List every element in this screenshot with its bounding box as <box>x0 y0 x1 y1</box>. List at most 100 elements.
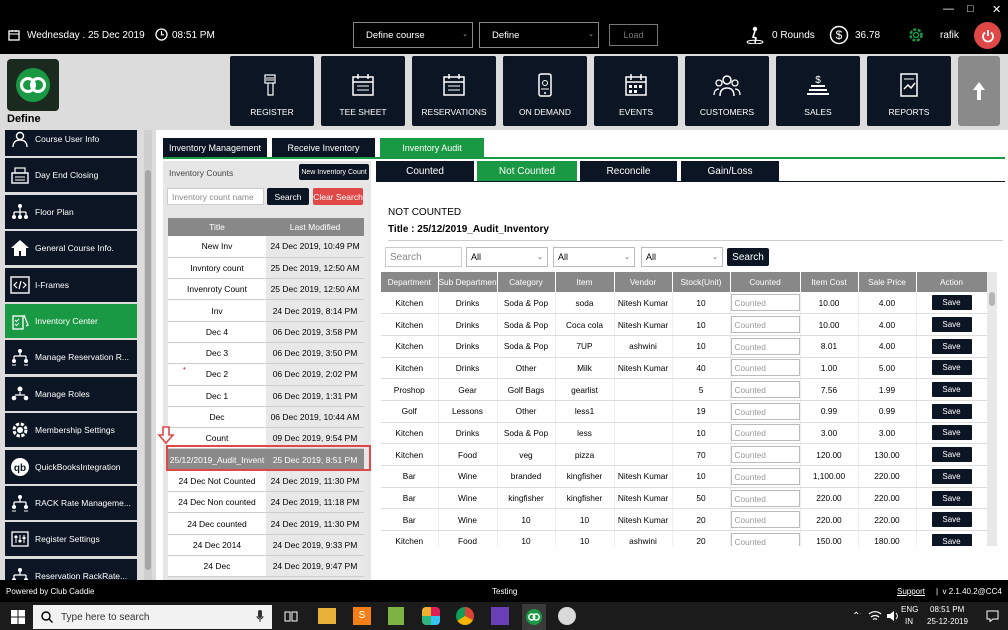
save-button[interactable]: Save <box>931 447 972 463</box>
save-button[interactable]: Save <box>931 360 972 376</box>
count-title-cell[interactable]: Dec 3 <box>168 342 266 365</box>
subtab-reconcile[interactable]: Reconcile <box>580 161 677 181</box>
audit-search-button[interactable]: Search <box>727 248 769 266</box>
col-stock-unit[interactable]: Stock(Unit) <box>672 272 731 292</box>
col-item-cost[interactable]: Item Cost <box>800 272 859 292</box>
sidebar-item-manage-reservation-r[interactable]: Manage Reservation R... <box>5 340 137 375</box>
subtab-counted[interactable]: Counted <box>376 161 474 181</box>
counted-input[interactable]: Counted <box>730 359 799 377</box>
count-title-cell[interactable]: 24 Dec counted <box>168 512 266 535</box>
col-sub-department[interactable]: Sub Department <box>438 272 498 292</box>
table-row[interactable]: 24 Dec counted 24 Dec 2019, 11:30 PM <box>168 512 364 535</box>
col-department[interactable]: Department <box>381 272 439 292</box>
app-icon-3[interactable] <box>388 607 404 625</box>
table-row[interactable]: Dec 2 06 Dec 2019, 2:02 PM <box>168 363 364 386</box>
volume-icon[interactable] <box>886 610 899 622</box>
table-row[interactable]: New Inv 24 Dec 2019, 10:49 PM <box>168 236 364 258</box>
taskbar-search[interactable]: Type here to search <box>33 605 272 629</box>
save-button[interactable]: Save <box>931 295 972 311</box>
sidebar-item-i-frames[interactable]: I-Frames <box>5 267 137 302</box>
task-view-icon[interactable] <box>284 610 298 623</box>
table-row[interactable]: Dec 1 06 Dec 2019, 1:31 PM <box>168 385 364 407</box>
load-button[interactable]: Load <box>609 24 658 46</box>
count-title-cell[interactable]: Dec 4 <box>168 321 266 343</box>
save-button[interactable]: Save <box>931 403 972 419</box>
counted-input[interactable]: Counted <box>730 316 799 334</box>
save-button[interactable]: Save <box>931 490 972 506</box>
nav-reports[interactable]: REPORTS <box>867 56 951 126</box>
table-scrollbar[interactable] <box>987 272 997 546</box>
sidebar-scrollbar[interactable] <box>144 130 152 580</box>
count-title-cell[interactable]: Dec <box>168 406 266 429</box>
new-inventory-count-button[interactable]: New Inventory Count <box>299 164 369 180</box>
nav-sales[interactable]: $ SALES <box>776 56 860 126</box>
count-title-cell[interactable]: Invntory count <box>168 257 266 280</box>
save-button[interactable]: Save <box>931 338 972 354</box>
notification-icon[interactable] <box>986 610 999 622</box>
sublime-icon[interactable]: S <box>353 607 371 625</box>
counted-input[interactable]: Counted <box>730 424 799 442</box>
slack-icon[interactable] <box>422 607 440 625</box>
app-logo[interactable] <box>7 59 59 111</box>
sidebar-item-general-course-info[interactable]: General Course Info. <box>5 231 137 266</box>
col-category[interactable]: Category <box>497 272 556 292</box>
col-vendor[interactable]: Vendor <box>614 272 673 292</box>
scroll-up-button[interactable] <box>958 56 1000 126</box>
category-filter[interactable]: All ⌄ <box>641 247 723 267</box>
minimize-icon[interactable]: — <box>943 3 954 15</box>
sidebar-item-register-settings[interactable]: Register Settings <box>5 522 137 557</box>
count-title-cell[interactable]: Inv <box>168 299 266 322</box>
table-row[interactable]: 24 Dec Not Counted 24 Dec 2019, 11:30 PM <box>168 470 364 493</box>
nav-customers[interactable]: CUSTOMERS <box>685 56 769 126</box>
support-link[interactable]: Support <box>897 587 925 596</box>
count-title-cell[interactable]: 24 Dec Non counted <box>168 491 266 514</box>
sidebar-item-reservation-rackrate[interactable]: Reservation RackRate... <box>5 558 137 580</box>
table-scroll-thumb[interactable] <box>989 292 995 306</box>
audit-search-input[interactable]: Search <box>385 247 462 267</box>
table-row[interactable]: Dec 3 06 Dec 2019, 3:50 PM <box>168 342 364 365</box>
taskbar-time[interactable]: 08:51 PM <box>930 605 964 614</box>
maximize-icon[interactable]: □ <box>967 3 974 15</box>
col-last-modified[interactable]: Last Modified <box>266 218 364 236</box>
table-row[interactable]: 24 Dec 24 Dec 2019, 9:47 PM <box>168 555 364 578</box>
table-row[interactable]: Inv 24 Dec 2019, 8:14 PM <box>168 299 364 322</box>
col-item[interactable]: Item <box>555 272 615 292</box>
region-code[interactable]: IN <box>905 617 913 626</box>
col-action[interactable]: Action <box>916 272 987 292</box>
club-caddie-taskbar-icon[interactable] <box>522 604 546 630</box>
course-select[interactable]: Define course ⌄ <box>353 22 473 48</box>
counted-input[interactable]: Counted <box>730 489 799 507</box>
gear-icon[interactable] <box>906 25 926 45</box>
sidebar-item-floor-plan[interactable]: Floor Plan <box>5 194 137 229</box>
microphone-icon[interactable] <box>256 610 264 623</box>
counted-input[interactable]: Counted <box>730 294 799 312</box>
table-row[interactable]: 24 Dec 2014 24 Dec 2019, 9:33 PM <box>168 534 364 556</box>
chrome-icon[interactable] <box>456 607 474 625</box>
define-select[interactable]: Define ⌄ <box>479 22 599 48</box>
count-title-cell[interactable]: New Inv <box>168 236 266 258</box>
count-title-cell[interactable]: Invenroty Count <box>168 278 266 301</box>
subdepartment-filter[interactable]: All ⌄ <box>553 247 635 267</box>
subtab-not-counted[interactable]: Not Counted <box>477 161 577 181</box>
counted-input[interactable]: Counted <box>730 337 799 355</box>
clear-search-button[interactable]: Clear Search <box>313 188 363 205</box>
paint-icon[interactable] <box>558 607 576 625</box>
counted-input[interactable]: Counted <box>730 467 799 485</box>
wifi-icon[interactable] <box>868 610 882 622</box>
sidebar-item-day-end-closing[interactable]: Day End Closing <box>5 158 137 193</box>
table-row[interactable]: Dec 06 Dec 2019, 10:44 AM <box>168 406 364 429</box>
tab-receive-inventory[interactable]: Receive Inventory <box>272 138 375 158</box>
counted-input[interactable]: Counted <box>730 511 799 529</box>
department-filter[interactable]: All ⌄ <box>466 247 548 267</box>
language-code[interactable]: ENG <box>901 605 918 614</box>
counted-input[interactable]: Counted <box>730 402 799 420</box>
save-button[interactable]: Save <box>931 468 972 484</box>
nav-tee-sheet[interactable]: TEE SHEET <box>321 56 405 126</box>
nav-register[interactable]: REGISTER <box>230 56 314 126</box>
tray-up-icon[interactable]: ⌃ <box>852 611 860 622</box>
table-row[interactable]: 24 Dec Non counted 24 Dec 2019, 11:18 PM <box>168 491 364 514</box>
nav-events[interactable]: EVENTS <box>594 56 678 126</box>
counted-input[interactable]: Counted <box>730 381 799 399</box>
save-button[interactable]: Save <box>931 317 972 333</box>
subtab-gain-loss[interactable]: Gain/Loss <box>681 161 779 181</box>
